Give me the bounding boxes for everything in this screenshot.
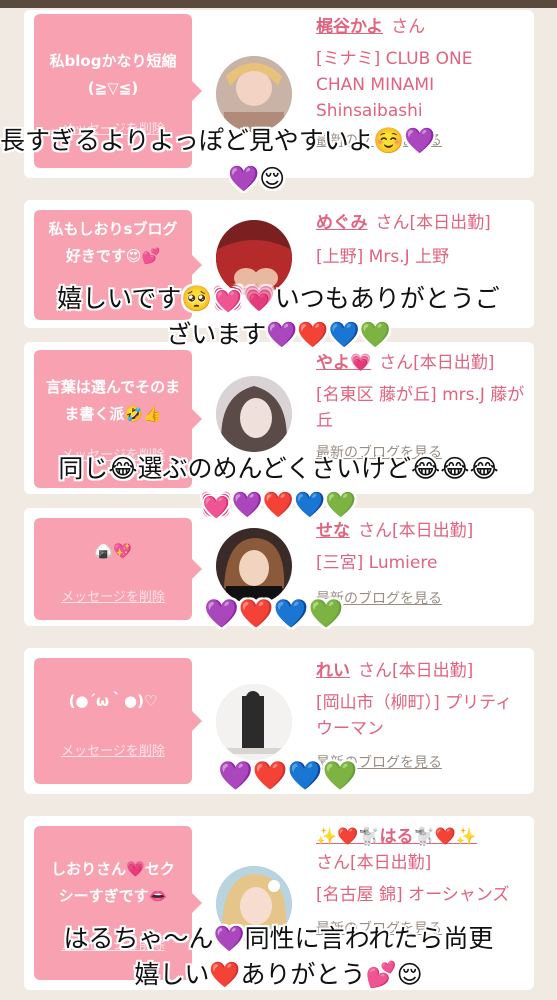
avatar[interactable] [216,376,292,452]
message-text: 私blogかなり短縮(≧▽≦) [49,52,177,97]
caption-line: 長すぎるよりよっぽど見やすいよ☺️💜 [0,126,436,155]
avatar-photo [216,684,292,760]
avatar[interactable] [216,56,292,132]
latest-blog-link[interactable]: 最新のブログを見る [316,586,526,612]
name-suffix: さん[本日出勤] [358,661,474,681]
message-text: 言葉は選んでそのまま書く派🤣👍 [45,378,181,423]
delete-message-link[interactable]: メッセージを削除 [34,740,192,759]
name-suffix: さん[本日出勤] [375,213,491,233]
shop-name: [岡山市（柳町）] プリティウーマン [316,693,513,739]
delete-message-link[interactable]: メッセージを削除 [34,586,192,605]
message-text: しおりさん💗セクシーすぎです👄 [51,860,175,905]
top-bar [0,0,557,8]
name-suffix: さん[本日出勤] [379,353,495,373]
shop-name: [上野] Mrs.J 上野 [316,247,450,267]
name-suffix: さん[本日出勤] [358,521,474,541]
message-text: (●´ω｀●)♡ [68,692,158,710]
avatar[interactable] [216,528,292,604]
caption-line: ざいます💜❤️💙💚 [166,320,391,349]
profile-name[interactable]: めぐみ [316,213,368,233]
profile-name[interactable]: れい [316,661,350,681]
message-bubble: 🍙💖 メッセージを削除 [34,518,202,620]
caption-line: 💓💜❤️💙💚 [200,490,357,519]
caption-line: 嬉しいです🥺💓💗いつもありがとうご [57,284,500,313]
profile-info: めぐみ さん[本日出勤] [上野] Mrs.J 上野 [316,210,526,270]
avatar-photo [216,376,292,452]
shop-name: [ミナミ] CLUB ONE CHAN MINAMI Shinsaibashi [316,49,473,121]
caption-line: 嬉しい❤️ありがとう💕😌 [134,960,423,989]
message-bubble: (●´ω｀●)♡ メッセージを削除 [34,658,202,784]
name-suffix: さん [391,17,426,37]
message-bubble: しおりさん💗セクシーすぎです👄 メッセージを削除 [34,826,202,980]
shop-name: [三宮] Lumiere [316,553,438,573]
shop-name: [名東区 藤が丘] mrs.J 藤が丘 [316,385,525,431]
emoji-hearts: 💜❤️💙💚 [218,759,358,792]
profile-name[interactable]: ✨❤️🐩はる🐩❤️✨ [316,827,477,847]
caption-line: はるちゃ〜ん💜同性に言われたら尚更 [63,924,494,953]
avatar-photo [216,56,292,132]
profile-name[interactable]: 梶谷かよ [316,17,383,37]
message-text: 🍙💖 [94,542,132,560]
profile-name[interactable]: せな [316,521,350,541]
avatar[interactable] [216,684,292,760]
emoji-hearts: 💜❤️💙💚 [204,597,344,630]
shop-name: [名古屋 錦] オーシャンズ [316,885,510,905]
profile-info: せな さん[本日出勤] [三宮] Lumiere 最新のブログを見る [316,518,526,612]
profile-info: やよ💗 さん[本日出勤] [名東区 藤が丘] mrs.J 藤が丘 最新のブログを見… [316,350,526,466]
avatar-photo [216,528,292,604]
caption-line: 💜😌 [228,164,286,193]
name-suffix: さん[本日出勤] [316,853,432,873]
caption-line: 同じ😂選ぶのめんどくさいけど😂😂😂 [58,454,499,483]
message-text: 私もしおりsブログ好きです😍💕 [48,220,178,265]
profile-name[interactable]: やよ💗 [316,353,371,373]
